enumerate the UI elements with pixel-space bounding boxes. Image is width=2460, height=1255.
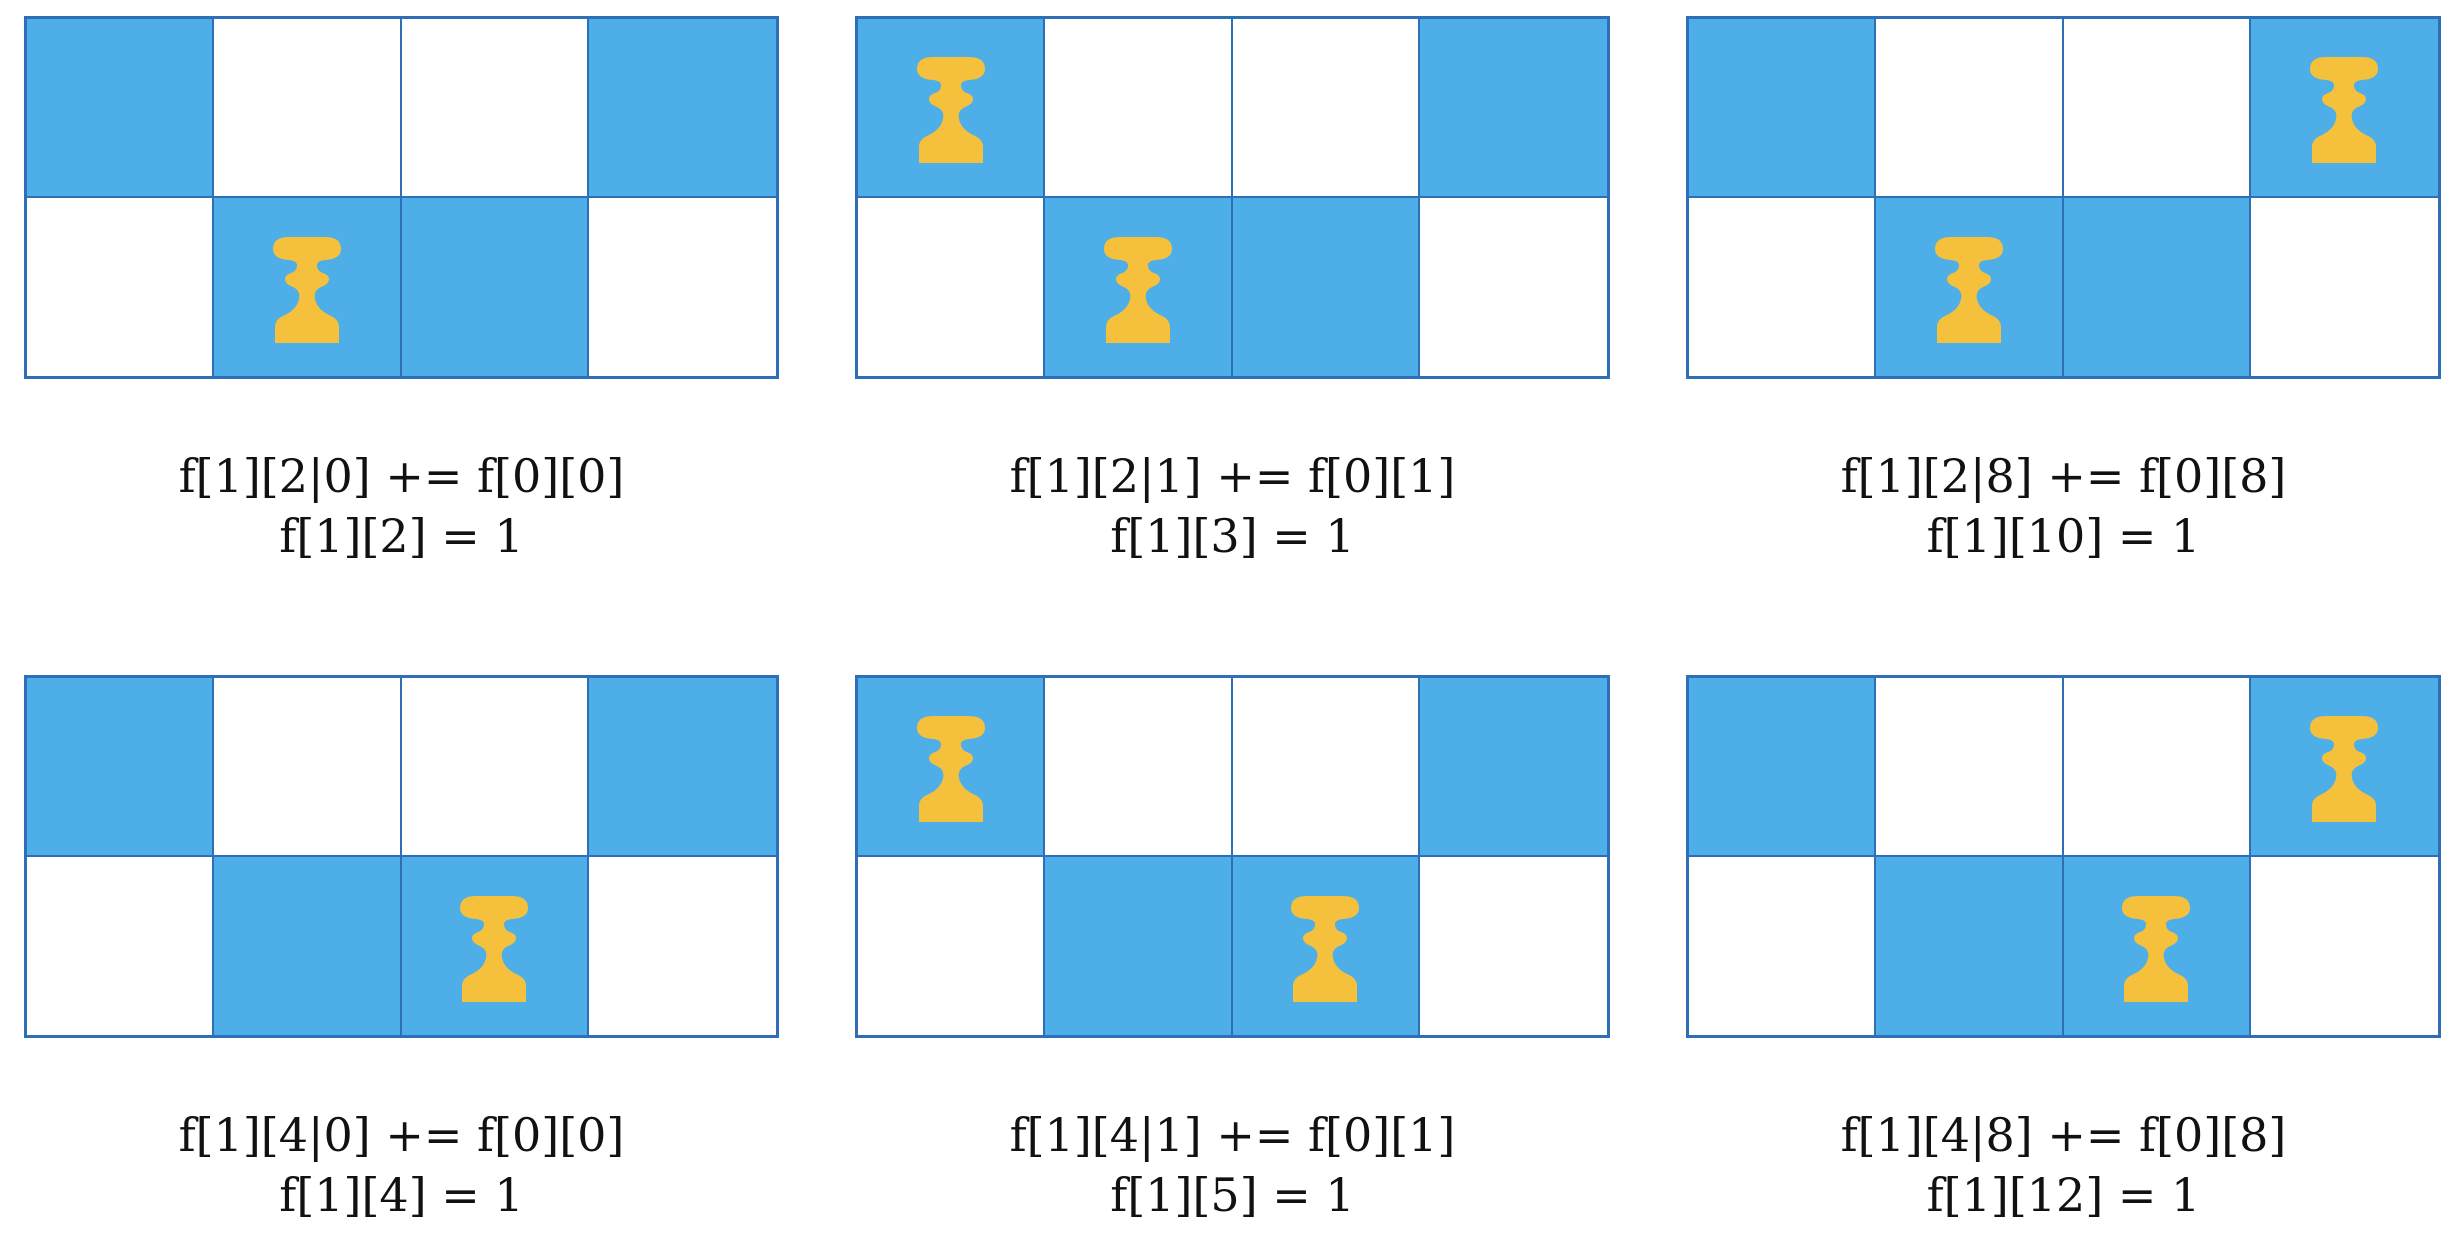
pawn-icon — [916, 57, 985, 164]
board-cell-r1-c0 — [27, 856, 215, 1035]
board-cell-r0-c2 — [2063, 19, 2251, 198]
board-grid — [24, 16, 779, 379]
panel-5: f[1][4|1] += f[0][1] f[1][5] = 1 — [855, 675, 1615, 1255]
board-cell-r1-c3 — [2250, 197, 2438, 376]
panel-4: f[1][4|0] += f[0][0] f[1][4] = 1 — [24, 675, 784, 1255]
panel-caption: f[1][4|0] += f[0][0] f[1][4] = 1 — [24, 1105, 779, 1225]
panel-caption: f[1][2|1] += f[0][1] f[1][3] = 1 — [855, 446, 1610, 566]
pawn-icon — [272, 236, 341, 343]
caption-result: f[1][10] = 1 — [1926, 509, 2201, 563]
caption-transition: f[1][4|0] += f[0][0] — [178, 1108, 625, 1162]
panel-3: f[1][2|8] += f[0][8] f[1][10] = 1 — [1686, 16, 2446, 596]
caption-transition: f[1][2|1] += f[0][1] — [1009, 449, 1456, 503]
board-cell-r1-c0 — [1689, 856, 1877, 1035]
pawn-icon — [460, 895, 529, 1002]
caption-transition: f[1][4|1] += f[0][1] — [1009, 1108, 1456, 1162]
caption-result: f[1][5] = 1 — [1110, 1168, 1355, 1222]
board-cell-r0-c0 — [858, 19, 1046, 198]
board-grid — [1686, 16, 2441, 379]
panel-caption: f[1][2|8] += f[0][8] f[1][10] = 1 — [1686, 446, 2441, 566]
board-cell-r0-c1 — [1045, 678, 1233, 857]
board-cell-r0-c1 — [1876, 678, 2064, 857]
board-cell-r0-c3 — [1419, 678, 1607, 857]
board-cell-r1-c0 — [858, 856, 1046, 1035]
board-cell-r1-c3 — [2250, 856, 2438, 1035]
board-grid — [855, 16, 1610, 379]
panel-caption: f[1][2|0] += f[0][0] f[1][2] = 1 — [24, 446, 779, 566]
caption-transition: f[1][2|0] += f[0][0] — [178, 449, 625, 503]
board-cell-r0-c0 — [27, 678, 215, 857]
board-cell-r0-c0 — [1689, 19, 1877, 198]
board-cell-r1-c2 — [1232, 856, 1420, 1035]
panel-1: f[1][2|0] += f[0][0] f[1][2] = 1 — [24, 16, 784, 596]
board-cell-r0-c2 — [401, 678, 589, 857]
pawn-icon — [916, 716, 985, 823]
board-cell-r0-c2 — [2063, 678, 2251, 857]
board-cell-r0-c1 — [214, 678, 402, 857]
board-cell-r0-c0 — [858, 678, 1046, 857]
board-cell-r0-c2 — [401, 19, 589, 198]
board-cell-r0-c3 — [2250, 19, 2438, 198]
board-cell-r1-c1 — [214, 197, 402, 376]
board-cell-r0-c1 — [214, 19, 402, 198]
caption-transition: f[1][4|8] += f[0][8] — [1840, 1108, 2287, 1162]
pawn-icon — [2310, 57, 2379, 164]
board-cell-r1-c2 — [401, 856, 589, 1035]
board-cell-r0-c3 — [588, 19, 776, 198]
caption-result: f[1][4] = 1 — [279, 1168, 524, 1222]
caption-transition: f[1][2|8] += f[0][8] — [1840, 449, 2287, 503]
board-cell-r1-c3 — [1419, 197, 1607, 376]
pawn-icon — [1291, 895, 1360, 1002]
board-cell-r1-c3 — [588, 856, 776, 1035]
board-cell-r0-c1 — [1876, 19, 2064, 198]
board-cell-r0-c1 — [1045, 19, 1233, 198]
board-cell-r1-c1 — [214, 856, 402, 1035]
board-cell-r1-c1 — [1045, 197, 1233, 376]
board-cell-r1-c1 — [1876, 197, 2064, 376]
board-cell-r1-c0 — [858, 197, 1046, 376]
panel-caption: f[1][4|8] += f[0][8] f[1][12] = 1 — [1686, 1105, 2441, 1225]
board-cell-r1-c2 — [2063, 197, 2251, 376]
board-grid — [855, 675, 1610, 1038]
panel-caption: f[1][4|1] += f[0][1] f[1][5] = 1 — [855, 1105, 1610, 1225]
board-cell-r1-c1 — [1045, 856, 1233, 1035]
board-cell-r0-c2 — [1232, 678, 1420, 857]
pawn-icon — [1103, 236, 1172, 343]
board-cell-r0-c0 — [27, 19, 215, 198]
board-cell-r0-c3 — [2250, 678, 2438, 857]
pawn-icon — [2310, 716, 2379, 823]
pawn-icon — [2122, 895, 2191, 1002]
board-grid — [1686, 675, 2441, 1038]
board-cell-r0-c3 — [1419, 19, 1607, 198]
caption-result: f[1][2] = 1 — [279, 509, 524, 563]
board-cell-r1-c3 — [1419, 856, 1607, 1035]
caption-result: f[1][3] = 1 — [1110, 509, 1355, 563]
board-cell-r1-c2 — [2063, 856, 2251, 1035]
board-cell-r0-c0 — [1689, 678, 1877, 857]
board-cell-r1-c1 — [1876, 856, 2064, 1035]
caption-result: f[1][12] = 1 — [1926, 1168, 2201, 1222]
board-cell-r1-c0 — [27, 197, 215, 376]
panel-6: f[1][4|8] += f[0][8] f[1][12] = 1 — [1686, 675, 2446, 1255]
board-cell-r0-c3 — [588, 678, 776, 857]
pawn-icon — [1934, 236, 2003, 343]
board-grid — [24, 675, 779, 1038]
board-cell-r0-c2 — [1232, 19, 1420, 198]
board-cell-r1-c0 — [1689, 197, 1877, 376]
board-cell-r1-c2 — [1232, 197, 1420, 376]
panel-2: f[1][2|1] += f[0][1] f[1][3] = 1 — [855, 16, 1615, 596]
board-cell-r1-c2 — [401, 197, 589, 376]
board-cell-r1-c3 — [588, 197, 776, 376]
diagram-stage: f[1][2|0] += f[0][0] f[1][2] = 1 f[1][2|… — [0, 0, 2460, 1222]
